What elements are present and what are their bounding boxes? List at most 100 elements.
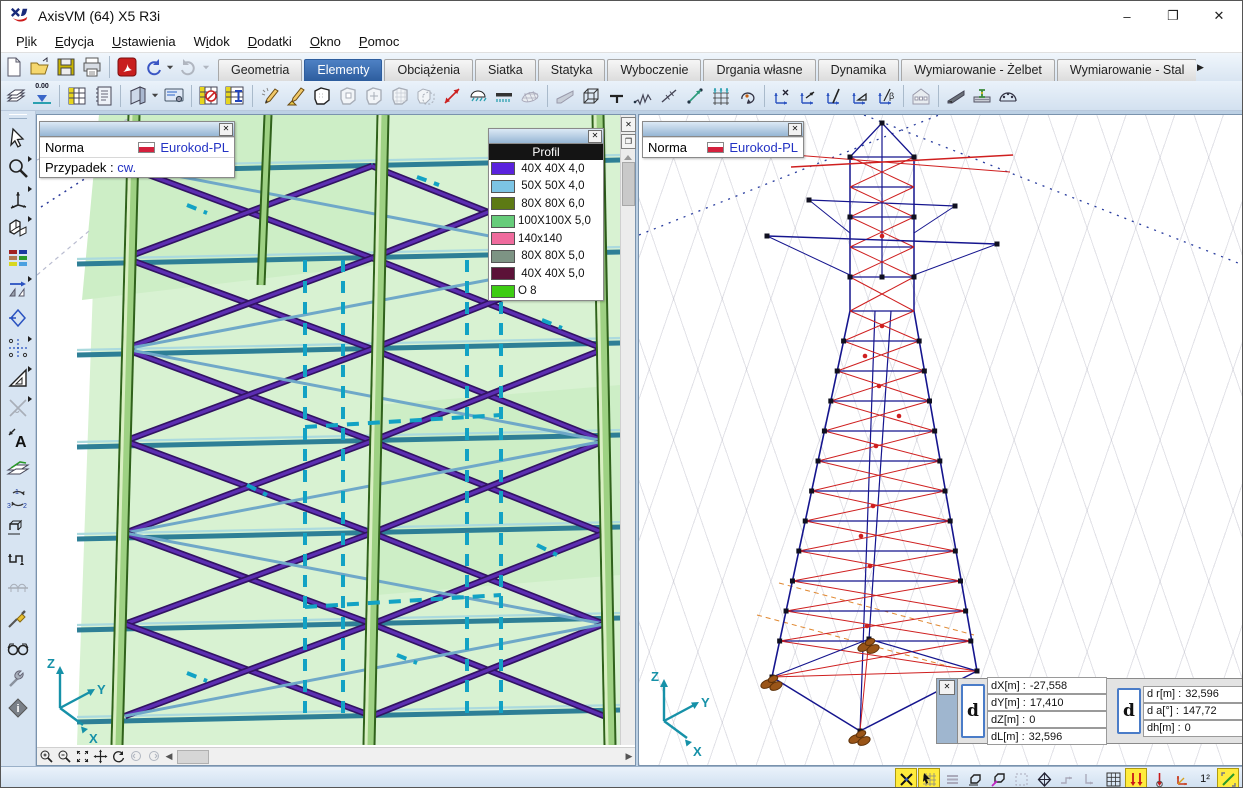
coord-field-dz[interactable]: dZ[m] :0 xyxy=(987,711,1107,728)
viewport-scroll-column[interactable]: ✕ ❐ xyxy=(620,115,635,745)
path-tool[interactable] xyxy=(3,543,33,573)
tab-overflow-arrow[interactable]: ▶ xyxy=(1197,62,1204,73)
link-element-button[interactable] xyxy=(682,84,708,108)
mesh-display-toggle[interactable] xyxy=(1102,768,1124,788)
display-options-button[interactable] xyxy=(161,84,187,108)
array-tool[interactable] xyxy=(3,333,33,363)
tab-obciazenia[interactable]: Obciążenia xyxy=(384,59,473,81)
cs-node-button[interactable] xyxy=(795,84,821,108)
spring-button[interactable] xyxy=(630,84,656,108)
workplane-toggle[interactable] xyxy=(1217,768,1239,788)
profil-titlebar[interactable]: ✕ xyxy=(489,129,603,144)
elevation-button[interactable]: 0.00 xyxy=(29,83,55,109)
coord-field-dy[interactable]: dY[m] :17,410 xyxy=(987,694,1107,711)
geometry-tools[interactable] xyxy=(3,363,33,393)
zoom-out-button[interactable] xyxy=(55,749,73,765)
cs-line-button[interactable] xyxy=(821,84,847,108)
tab-wym-stal[interactable]: Wymiarowanie - Stal xyxy=(1057,59,1196,81)
domain-operations-button[interactable] xyxy=(361,84,387,108)
norma-box-left[interactable]: ✕ Norma Eurokod-PL Przypadek : cw. xyxy=(39,121,235,178)
move-copy-tool[interactable] xyxy=(3,273,33,303)
close-button[interactable]: ✕ xyxy=(1196,1,1242,31)
coord-field-da[interactable]: d a[°] :147,72 xyxy=(1143,703,1243,720)
open-file-button[interactable] xyxy=(27,55,53,79)
grid-snap-toggle[interactable] xyxy=(918,768,940,788)
menu-plik[interactable]: Plik xyxy=(7,32,46,51)
view-redo-button[interactable] xyxy=(145,749,163,765)
coord-field-dl[interactable]: dL[m] :32,596 xyxy=(987,728,1107,745)
tables-button[interactable] xyxy=(64,84,90,108)
profil-legend[interactable]: ✕ Profil 40X 40X 4,0 50X 50X 4,0 80X 80X… xyxy=(488,128,604,301)
viewport-maximize-button[interactable]: ❐ xyxy=(621,134,636,149)
domain-hole-button[interactable] xyxy=(335,84,361,108)
parts-toggle[interactable] xyxy=(964,768,986,788)
domain-button[interactable] xyxy=(309,84,335,108)
print-button[interactable] xyxy=(79,55,105,79)
domain-mesh-button[interactable] xyxy=(387,84,413,108)
viewport-right-canvas[interactable]: Z Y X ✕ Norma Eurokod-PL ✕ xyxy=(639,115,1243,765)
surface-support-button[interactable] xyxy=(465,84,491,108)
find-tool[interactable] xyxy=(3,633,33,663)
path1-toggle[interactable] xyxy=(1056,768,1078,788)
tab-wym-zelbet[interactable]: Wymiarowanie - Żelbet xyxy=(901,59,1055,81)
material-table-button[interactable] xyxy=(196,84,222,108)
menu-okno[interactable]: Okno xyxy=(301,32,350,51)
tab-elementy[interactable]: Elementy xyxy=(304,59,382,81)
text-tool[interactable]: A xyxy=(3,423,33,453)
viewport-left-canvas[interactable]: Z Y X ✕ Norma Eurokod-PL Przypadek : cw. xyxy=(37,115,620,745)
numbering-toggle[interactable]: 1² xyxy=(1194,768,1216,788)
tab-statyka[interactable]: Statyka xyxy=(538,59,606,81)
parts-tool[interactable] xyxy=(3,213,33,243)
tab-geometria[interactable]: Geometria xyxy=(218,59,302,81)
toolbar-grip[interactable] xyxy=(9,114,27,119)
pan-button[interactable] xyxy=(91,749,109,765)
report-button[interactable] xyxy=(90,84,116,108)
color-coding-tool[interactable] xyxy=(3,243,33,273)
close-icon[interactable]: ✕ xyxy=(588,130,602,143)
zoom-in-button[interactable] xyxy=(37,749,55,765)
domain-copy-button[interactable] xyxy=(413,84,439,108)
renumber-tool[interactable]: 123 xyxy=(3,483,33,513)
pdf-export-button[interactable] xyxy=(114,55,140,79)
viewport-left[interactable]: Z Y X ✕ Norma Eurokod-PL Przypadek : cw. xyxy=(36,114,636,766)
zoom-tool[interactable] xyxy=(3,153,33,183)
local-axes-button[interactable] xyxy=(439,84,465,108)
save-button[interactable] xyxy=(53,55,79,79)
gap-element-button[interactable] xyxy=(656,84,682,108)
close-icon[interactable]: ✕ xyxy=(939,680,955,695)
cs-delete-button[interactable] xyxy=(769,84,795,108)
menu-widok[interactable]: Widok xyxy=(185,32,239,51)
info-tool[interactable]: i xyxy=(3,693,33,723)
cs-angle-button[interactable]: β xyxy=(873,84,899,108)
delta-toggle-button[interactable]: d xyxy=(1117,688,1141,734)
mirror-tool[interactable] xyxy=(3,303,33,333)
rotate-view-button[interactable] xyxy=(109,749,127,765)
scroll-up-icon[interactable] xyxy=(624,155,632,160)
new-file-button[interactable] xyxy=(1,55,27,79)
coord-field-dr[interactable]: d r[m] :32,596 xyxy=(1143,686,1243,703)
bridge-tool[interactable] xyxy=(3,573,33,603)
background-layers-toggle[interactable] xyxy=(941,768,963,788)
scroll-left-icon[interactable]: ◀ xyxy=(163,751,175,762)
maximize-button[interactable]: ❐ xyxy=(1150,1,1196,31)
cs-plane-button[interactable] xyxy=(847,84,873,108)
zoom-fit-button[interactable] xyxy=(73,749,91,765)
parts-edit-toggle[interactable] xyxy=(987,768,1009,788)
tab-wyboczenie[interactable]: Wyboczenie xyxy=(607,59,701,81)
reaction-display-toggle[interactable] xyxy=(1148,768,1170,788)
vertical-scroll-thumb[interactable] xyxy=(622,162,635,206)
node-dof-button[interactable] xyxy=(708,84,734,108)
view-undo-button[interactable] xyxy=(127,749,145,765)
nodal-support-button[interactable] xyxy=(604,84,630,108)
menu-ustawienia[interactable]: Ustawienia xyxy=(103,32,185,51)
redo-dropdown[interactable] xyxy=(202,55,212,79)
minimize-button[interactable]: – xyxy=(1104,1,1150,31)
layers-button[interactable] xyxy=(3,84,29,108)
mesh-button[interactable] xyxy=(517,84,543,108)
path2-toggle[interactable] xyxy=(1079,768,1101,788)
coordinate-palette[interactable]: ✕ d dX[m] :-27,558 dY[m] :17,410 dZ[m] :… xyxy=(936,678,1243,744)
tab-siatka[interactable]: Siatka xyxy=(475,59,536,81)
drawing-library-button[interactable] xyxy=(125,84,151,108)
views-tool[interactable] xyxy=(3,183,33,213)
redo-button[interactable] xyxy=(176,55,202,79)
